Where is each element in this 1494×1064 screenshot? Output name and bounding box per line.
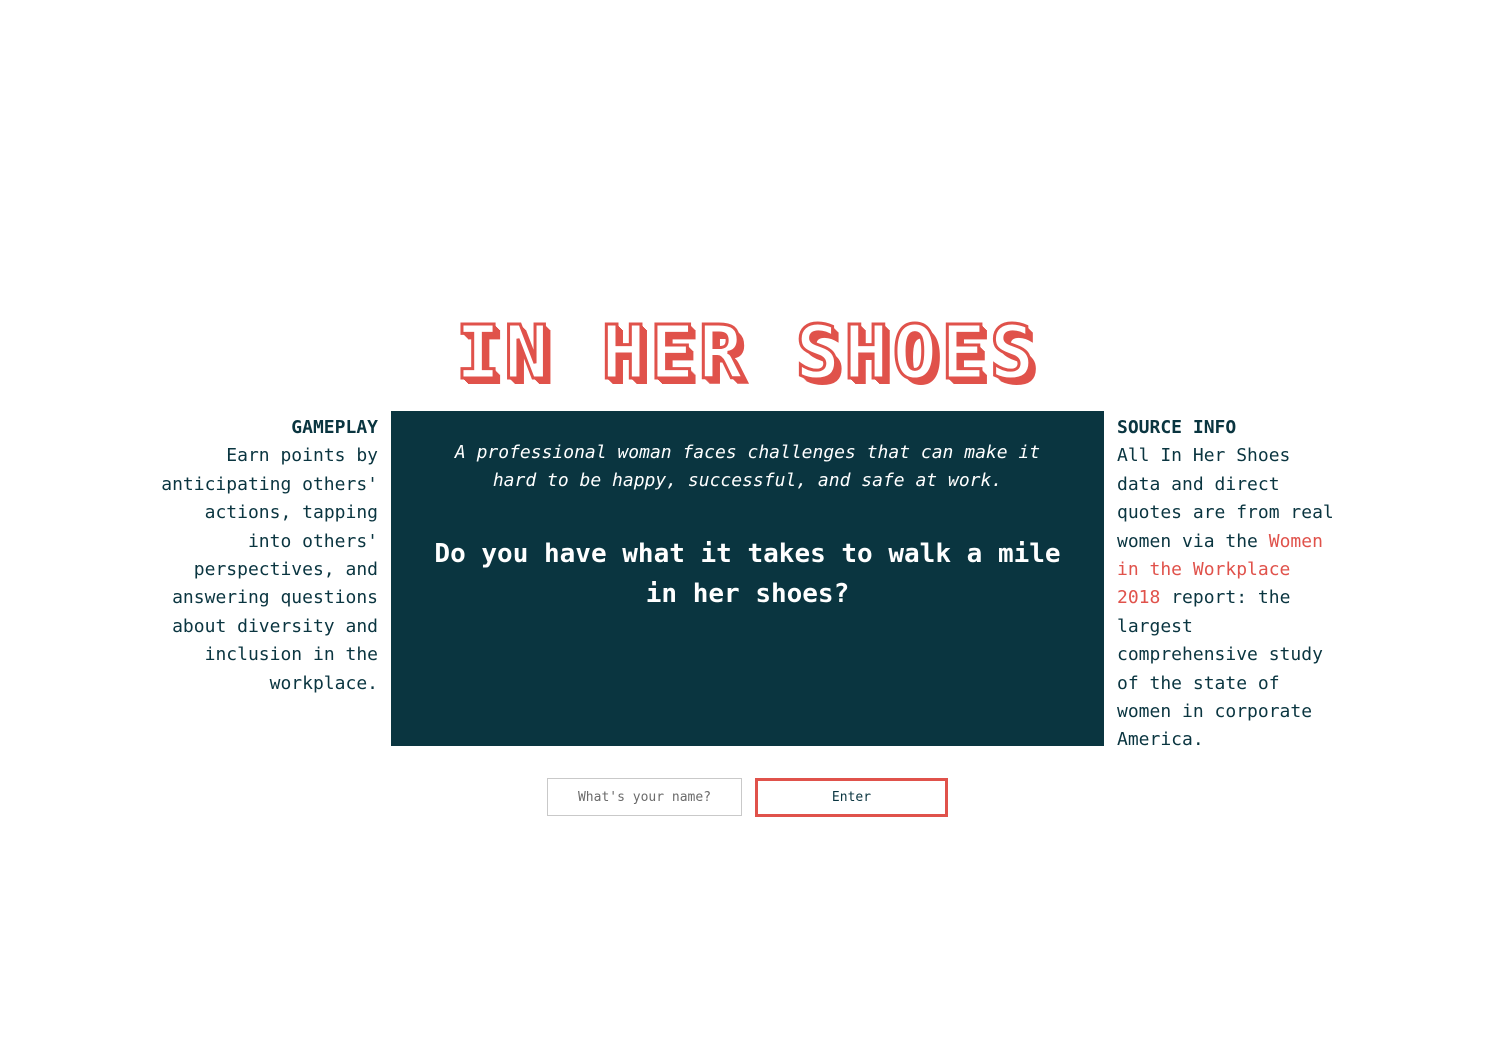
source-info-section: SOURCE INFO All In Her Shoes data and di… [1117,414,1339,755]
logo-title: IN HER SHOES [454,310,1039,396]
intro-description: A professional woman faces challenges th… [454,442,1041,492]
gameplay-heading: GAMEPLAY [291,417,378,438]
intro-panel: A professional woman faces challenges th… [391,411,1104,746]
source-info-body-end: report: the largest comprehensive study … [1117,587,1323,751]
intro-question: Do you have what it takes to walk a mile… [434,538,1061,609]
source-info-heading: SOURCE INFO [1117,417,1237,438]
name-input[interactable] [547,778,742,816]
enter-button[interactable]: Enter [755,778,948,817]
gameplay-body: Earn points by anticipating others' acti… [161,445,378,694]
gameplay-section: GAMEPLAY Earn points by anticipating oth… [160,414,378,698]
